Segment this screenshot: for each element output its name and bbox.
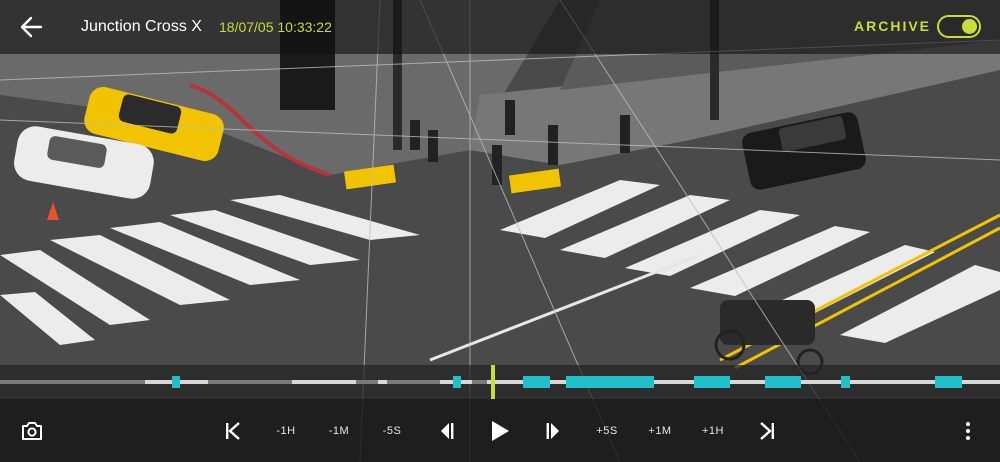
top-bar: Junction Cross X 18/07/05 10:33:22 ARCHI… [0,0,1000,54]
recording-segment[interactable] [841,376,850,388]
step-forward-icon [546,422,559,439]
recording-segment[interactable] [566,376,654,388]
skip-to-end-button[interactable] [752,399,782,462]
archive-label: ARCHIVE [854,18,932,34]
play-button[interactable] [483,399,517,462]
play-icon [492,420,509,441]
playhead[interactable] [491,365,495,399]
jump-forward-1h-button[interactable]: +1H [695,399,731,462]
timeline-segment [292,380,356,384]
back-button[interactable] [14,11,48,43]
camera-name: Junction Cross X [81,18,202,35]
jump-forward-1m-button[interactable]: +1M [642,399,678,462]
skip-to-start-icon [226,421,240,440]
recording-segment[interactable] [694,376,730,388]
more-options-button[interactable] [954,399,982,462]
timeline-segment [378,380,387,384]
arrow-left-icon [20,16,43,38]
timeline-segment [487,380,1000,384]
snapshot-button[interactable] [14,399,50,462]
recording-segment[interactable] [172,376,180,388]
step-back-button[interactable] [432,399,462,462]
skip-to-end-icon [760,421,774,440]
jump-back-1h-button[interactable]: -1H [268,399,304,462]
recording-segment[interactable] [935,376,962,388]
playback-controls: -1H -1M -5S +5S +1M +1H [0,399,1000,462]
step-forward-button[interactable] [538,399,568,462]
skip-to-start-button[interactable] [218,399,248,462]
recording-segment[interactable] [523,376,550,388]
recording-timestamp: 18/07/05 10:33:22 [219,19,332,35]
toggle-knob [962,19,977,34]
more-vertical-icon [966,421,970,440]
jump-forward-5s-button[interactable]: +5S [589,399,625,462]
camera-icon [22,421,42,440]
archive-toggle[interactable] [937,15,981,38]
jump-back-1m-button[interactable]: -1M [321,399,357,462]
timeline-scrubber[interactable] [0,365,1000,399]
jump-back-5s-button[interactable]: -5S [374,399,410,462]
step-back-icon [441,422,454,439]
recording-segment[interactable] [453,376,461,388]
recording-segment[interactable] [765,376,801,388]
